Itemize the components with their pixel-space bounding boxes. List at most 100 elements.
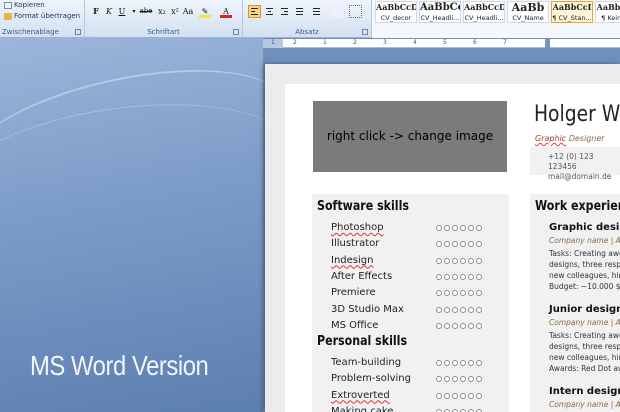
shading-icon[interactable]	[331, 5, 344, 18]
format-painter-button[interactable]: Format übertragen	[4, 12, 80, 20]
rating-dot	[452, 360, 458, 366]
bold-button[interactable]: F	[90, 5, 102, 18]
rating-dot	[468, 322, 474, 329]
skill-rating	[436, 306, 482, 313]
skill-label: 3D Studio Max	[331, 303, 404, 315]
font-dialog-launcher[interactable]	[233, 29, 239, 35]
ruler-number: 4	[413, 39, 417, 46]
format-painter-icon	[4, 12, 12, 20]
font-group: F K U ▾ abe x₂ x² Aa ✎ A Schriftart	[85, 0, 243, 38]
job-description-line: Budget: ~10.000 $	[549, 282, 620, 291]
ruler-number: 6	[473, 39, 477, 46]
skill-label: Premiere	[331, 287, 376, 299]
style-tile-selected[interactable]: AaBbCcI ¶ CV_Stan...	[551, 1, 593, 23]
style-preview: AaBbCcI	[552, 2, 592, 12]
style-name: CV_Headli...	[420, 14, 460, 22]
rating-dot	[452, 225, 458, 231]
rating-dot	[444, 273, 450, 280]
ruler-number: 2	[353, 39, 357, 46]
skill-label: Making cake	[331, 405, 394, 412]
job-company: Company name | Au	[549, 236, 620, 245]
rating-dot	[468, 225, 474, 231]
style-tile[interactable]: AaBb CV_Name	[507, 1, 549, 23]
rating-dot	[436, 306, 442, 313]
skill-label: MS Office	[331, 319, 379, 331]
rating-dot	[476, 257, 482, 264]
horizontal-ruler[interactable]: 1 2 1 2 3 4 5 6 7	[263, 39, 620, 48]
rating-dot	[460, 241, 466, 248]
rating-dot	[468, 392, 474, 399]
rating-dot	[452, 376, 458, 383]
skill-rating	[436, 360, 482, 366]
rating-dot	[468, 290, 474, 297]
indent-marker[interactable]	[545, 39, 550, 48]
rating-dot	[452, 392, 458, 399]
style-name: ¶ Kein Le	[601, 14, 620, 22]
rating-dot	[460, 290, 466, 297]
paragraph-dialog-launcher[interactable]	[362, 29, 368, 35]
job-company: Company name | Au	[549, 400, 620, 409]
rating-dot	[444, 241, 450, 248]
format-painter-label: Format übertragen	[14, 12, 81, 20]
candidate-name[interactable]: Holger Wu	[534, 102, 620, 127]
style-tile[interactable]: AaBbCcD CV_decor	[375, 1, 417, 23]
ruler-number: 2	[293, 39, 297, 46]
job-title: Graphic designer	[549, 222, 620, 233]
software-skills-title: Software skills	[317, 199, 409, 214]
ruler-number: 3	[383, 39, 387, 46]
rating-dot	[468, 306, 474, 313]
job-title: Intern designer	[549, 386, 620, 397]
change-case-button[interactable]: Aa	[182, 5, 194, 18]
highlight-icon[interactable]: ✎	[199, 5, 211, 18]
rating-dot	[476, 273, 482, 280]
style-tile[interactable]: AaBbCc CV_Headli...	[419, 1, 461, 23]
rating-dot	[436, 322, 442, 329]
skill-rating	[436, 290, 482, 297]
rating-dot	[436, 290, 442, 297]
job-description-line: designs, three respon	[549, 260, 620, 269]
justify-button[interactable]	[293, 5, 306, 18]
image-placeholder[interactable]: right click -> change image	[313, 101, 507, 172]
document-page[interactable]: right click -> change image Holger Wu Gr…	[265, 64, 620, 412]
contact-box[interactable]: +12 (0) 123 123456 mail@domain.de	[530, 147, 620, 181]
skill-label: Extroverted	[331, 389, 390, 401]
copy-button[interactable]: Kopieren	[4, 1, 45, 9]
candidate-role[interactable]: Graphic Designer	[535, 134, 605, 143]
underline-button[interactable]: U	[116, 5, 128, 18]
align-right-button[interactable]	[278, 5, 291, 18]
rating-dot	[452, 290, 458, 297]
clipboard-dialog-launcher[interactable]	[75, 29, 81, 35]
align-center-button[interactable]	[263, 5, 276, 18]
style-tile[interactable]: AaBbCcD CV_Headli...	[463, 1, 505, 23]
style-preview: AaBb	[511, 1, 545, 14]
rating-dot	[444, 225, 450, 231]
clipboard-group: Kopieren Format übertragen Zwischenablag…	[0, 0, 85, 38]
rating-dot	[476, 306, 482, 313]
strikethrough-button[interactable]: abe	[138, 5, 154, 18]
font-color-button[interactable]: A	[220, 5, 232, 18]
paragraph-group-label: Absatz	[295, 28, 319, 36]
rating-dot	[436, 257, 442, 264]
skills-column[interactable]: Software skills Photoshop Illustrator Inde…	[312, 194, 509, 412]
ruler-number: 1	[323, 39, 327, 46]
rating-dot	[452, 273, 458, 280]
version-label: MS Word Version	[30, 350, 209, 381]
subscript-button[interactable]: x₂	[156, 5, 168, 18]
rating-dot	[468, 257, 474, 264]
rating-dot	[444, 322, 450, 329]
rating-dot	[460, 257, 466, 264]
contact-email: mail@domain.de	[548, 172, 612, 181]
skill-rating	[436, 392, 482, 399]
superscript-button[interactable]: x²	[169, 5, 181, 18]
align-left-button[interactable]	[248, 5, 261, 18]
line-spacing-icon[interactable]	[310, 5, 323, 18]
rating-dot	[444, 376, 450, 383]
borders-icon[interactable]	[349, 5, 362, 18]
style-preview: AaBbCcD	[464, 2, 505, 12]
clipboard-group-label: Zwischenablage	[2, 28, 59, 36]
style-tile[interactable]: AaBbCcI ¶ Kein Le	[595, 1, 620, 23]
rating-dot	[460, 360, 466, 366]
work-column[interactable]: Work experience Graphic designer Company …	[530, 194, 620, 412]
style-name: ¶ CV_Stan...	[552, 14, 592, 22]
italic-button[interactable]: K	[103, 5, 115, 18]
